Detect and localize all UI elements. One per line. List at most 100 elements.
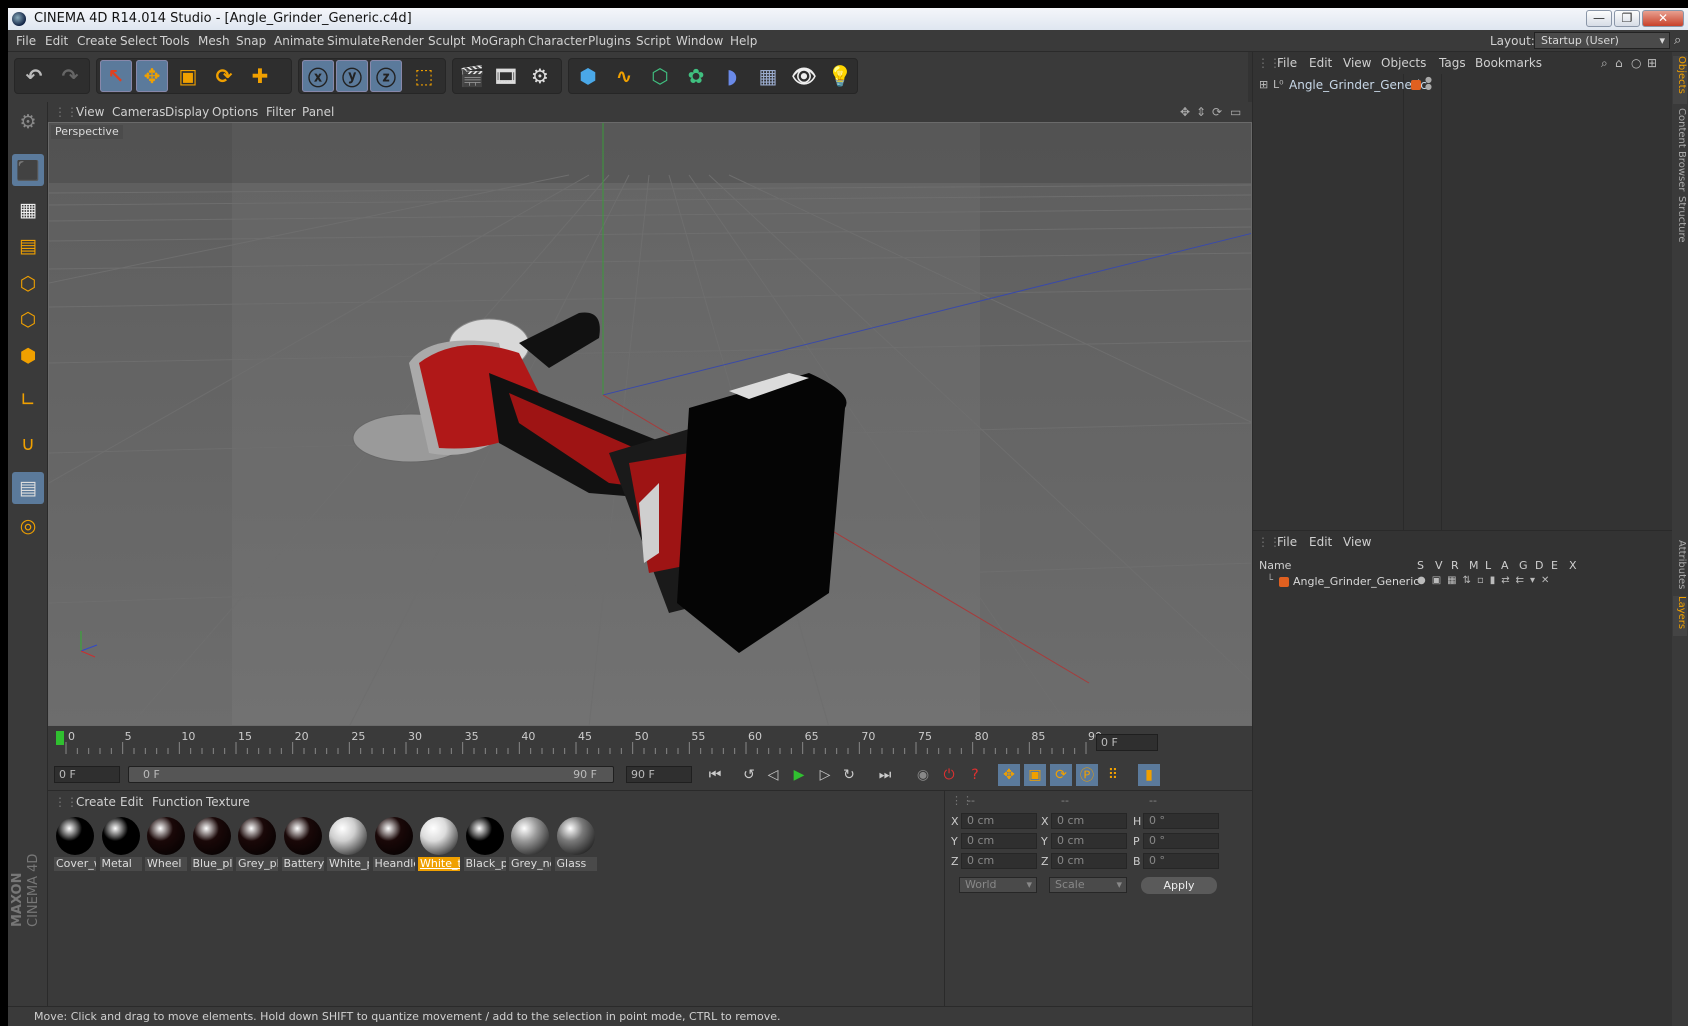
menu-simulate[interactable]: Simulate: [327, 34, 380, 48]
material-swatch[interactable]: Grey_no: [509, 815, 551, 871]
snap-icon[interactable]: ◎: [12, 510, 44, 542]
layer-color-swatch[interactable]: [1411, 80, 1421, 90]
layer-name[interactable]: Angle_Grinder_Generic: [1293, 575, 1419, 588]
x-axis-lock-icon[interactable]: ⓧ: [302, 60, 334, 92]
close-button[interactable]: ✕: [1642, 10, 1684, 27]
move-icon[interactable]: ✥: [136, 60, 168, 92]
pos-x-field[interactable]: 0 cm: [961, 813, 1037, 829]
material-swatch[interactable]: Blue_pla: [190, 815, 233, 871]
start-frame-field[interactable]: 0 F: [54, 766, 120, 783]
tab-objects[interactable]: Objects: [1673, 56, 1687, 104]
layer-col-x[interactable]: X: [1569, 559, 1577, 572]
live-select-icon[interactable]: ↖: [100, 60, 132, 92]
object-item[interactable]: Angle_Grinder_Generic: [1289, 78, 1427, 92]
menu-file[interactable]: File: [16, 34, 36, 48]
viewport-menu-filter[interactable]: Filter: [266, 105, 296, 119]
spline-icon[interactable]: ∿: [608, 60, 640, 92]
material-swatch[interactable]: Heandle: [372, 815, 415, 871]
search-icon[interactable]: ⌕: [1601, 56, 1608, 71]
menu-script[interactable]: Script: [636, 34, 671, 48]
menu-mograph[interactable]: MoGraph: [471, 34, 526, 48]
viewport-menu-options[interactable]: Options: [212, 105, 258, 119]
layer-col-name[interactable]: Name: [1259, 559, 1291, 572]
tab-layers[interactable]: Layers: [1673, 596, 1687, 636]
next-key-icon[interactable]: ↻: [838, 764, 860, 786]
material-menu-texture[interactable]: Texture: [206, 795, 250, 809]
layer-col-v[interactable]: V: [1435, 559, 1443, 572]
perspective-viewport[interactable]: Perspective: [48, 122, 1252, 726]
visibility-dots-icon[interactable]: ● ●: [1425, 76, 1432, 91]
go-to-start-icon[interactable]: ⏮: [704, 764, 726, 786]
material-menu-function[interactable]: Function: [152, 795, 203, 809]
dot-icon[interactable]: ○: [1631, 56, 1641, 70]
menu-help[interactable]: Help: [730, 34, 757, 48]
layers-menu-edit[interactable]: Edit: [1309, 535, 1332, 549]
render-view-icon[interactable]: 🎬: [456, 60, 488, 92]
layer-col-r[interactable]: R: [1451, 559, 1459, 572]
floor-icon[interactable]: ▦: [752, 60, 784, 92]
material-swatch[interactable]: Battery: [281, 815, 324, 871]
key-parameter-icon[interactable]: Ⓟ: [1076, 764, 1098, 786]
layer-row[interactable]: └ Angle_Grinder_Generic ●▣▦⇅▫▮⇄⇇▾✕: [1253, 573, 1673, 591]
material-swatch[interactable]: Wheel: [145, 815, 187, 871]
array-icon[interactable]: ✿: [680, 60, 712, 92]
magnet-icon[interactable]: ∪: [12, 428, 44, 460]
objects-menu-edit[interactable]: Edit: [1309, 56, 1332, 70]
points-mode-icon[interactable]: ⬡: [12, 268, 44, 300]
redo-icon[interactable]: ↷: [54, 60, 86, 92]
material-swatch[interactable]: Metal: [99, 815, 142, 871]
workplane-mode-icon[interactable]: ▤: [12, 230, 44, 262]
undo-icon[interactable]: ↶: [18, 60, 50, 92]
size-y-field[interactable]: 0 cm: [1051, 833, 1127, 849]
scale-icon[interactable]: ▣: [172, 60, 204, 92]
coordinate-system-icon[interactable]: ⬚: [408, 60, 440, 92]
new-window-icon[interactable]: ⊞: [1647, 56, 1657, 70]
timeline-window-icon[interactable]: ▮: [1138, 764, 1160, 786]
expand-icon[interactable]: ⊞: [1259, 78, 1268, 91]
cube-icon[interactable]: ⬢: [572, 60, 604, 92]
menu-create[interactable]: Create: [77, 34, 117, 48]
frame-range-slider[interactable]: 0 F 90 F: [128, 766, 614, 783]
objects-menu-view[interactable]: View: [1343, 56, 1371, 70]
render-settings-icon[interactable]: ⚙: [524, 60, 556, 92]
y-axis-lock-icon[interactable]: ⓨ: [336, 60, 368, 92]
menu-tools[interactable]: Tools: [160, 34, 190, 48]
layer-col-e[interactable]: E: [1551, 559, 1558, 572]
layer-flags-icons[interactable]: ●▣▦⇅▫▮⇄⇇▾✕: [1417, 575, 1555, 586]
render-picture-viewer-icon[interactable]: 🎞: [490, 60, 522, 92]
tab-content-browser[interactable]: Content Browser: [1673, 108, 1687, 192]
menu-render[interactable]: Render: [381, 34, 424, 48]
material-swatch[interactable]: White_t: [418, 815, 460, 871]
deformer-icon[interactable]: ◗: [716, 60, 748, 92]
viewport-menu-panel[interactable]: Panel: [302, 105, 334, 119]
tab-attributes[interactable]: Attributes: [1673, 540, 1687, 592]
objects-menu-objects[interactable]: Objects: [1381, 56, 1426, 70]
home-icon[interactable]: ⌂: [1615, 56, 1623, 70]
camera-icon[interactable]: 👁: [788, 60, 820, 92]
autokey-icon[interactable]: ⏻: [938, 764, 960, 786]
key-scale-icon[interactable]: ▣: [1024, 764, 1046, 786]
record-keys-icon[interactable]: ◉: [912, 764, 934, 786]
material-menu-edit[interactable]: Edit: [120, 795, 143, 809]
key-pla-icon[interactable]: ⠿: [1102, 764, 1124, 786]
apply-button[interactable]: Apply: [1141, 877, 1217, 894]
viewport-menu-cameras[interactable]: Cameras: [112, 105, 165, 119]
pan-icon[interactable]: ✥: [1180, 105, 1190, 119]
objects-menu-file[interactable]: File: [1277, 56, 1297, 70]
rot-h-field[interactable]: 0 °: [1143, 813, 1219, 829]
menu-plugins[interactable]: Plugins: [588, 34, 631, 48]
texture-mode-icon[interactable]: ▦: [12, 194, 44, 226]
make-editable-icon[interactable]: ⚙: [12, 106, 44, 138]
next-frame-icon[interactable]: ▷: [814, 764, 836, 786]
menu-animate[interactable]: Animate: [274, 34, 324, 48]
layout-select[interactable]: Startup (User) ▾: [1534, 32, 1670, 49]
prev-frame-icon[interactable]: ◁: [762, 764, 784, 786]
orbit-icon[interactable]: ⟳: [1212, 105, 1222, 119]
menu-edit[interactable]: Edit: [45, 34, 68, 48]
layers-menu-file[interactable]: File: [1277, 535, 1297, 549]
layer-col-d[interactable]: D: [1535, 559, 1543, 572]
restore-button[interactable]: ❐: [1614, 10, 1640, 27]
layer-col-l[interactable]: L: [1485, 559, 1491, 572]
play-icon[interactable]: ▶: [788, 764, 810, 786]
minimize-button[interactable]: —: [1586, 10, 1612, 27]
